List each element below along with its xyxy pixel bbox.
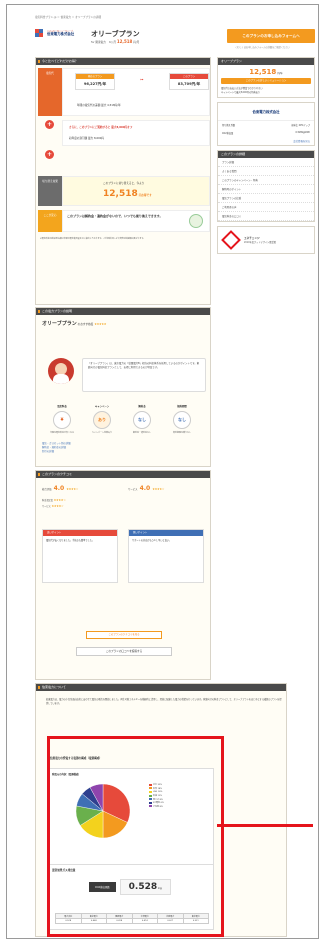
safe-lead: このプランは解約金・違約金がないので、いつでも乗り換えできます。: [67, 214, 163, 218]
company-logo[interactable]: エネルギーのニューウェーブ 伯東電力株式会社: [35, 29, 74, 37]
current-plan-col: 現在のプラン 96,227円/年: [75, 73, 115, 90]
feature-contract-term: 契約期間 なし 契約期間の縛りなし: [172, 405, 191, 434]
overall-score: 総合評価 4.0 ★★★★☆: [42, 485, 79, 492]
sidebar-point: キャンペーンで最大8,000円の特典あり: [221, 91, 260, 94]
plus-icon: +: [45, 150, 54, 159]
sidebar-nav-item[interactable]: 電気プランの比較: [218, 194, 314, 203]
section-heading: 伯東電力について: [36, 684, 286, 691]
sidebar-nav-item[interactable]: よくある質問: [218, 167, 314, 176]
award-icon: [221, 230, 241, 250]
company-name: 伯東電力株式会社: [47, 31, 75, 36]
campaign-lead: さらに、このプランにご契約すると 最大8,000円オフ: [69, 126, 133, 129]
summary-row-effect: 切り替え効果 このプランに切り替えると、今より 12,518 円お得です: [38, 176, 210, 206]
apply-form-button[interactable]: このプランのお申し込みフォームへ: [227, 29, 315, 43]
rating-stars: ★★★★★: [94, 322, 107, 326]
sidebar: オリーブプラン 12,518 円/年 このプランの詳しいシミュレーション 電気代…: [217, 57, 315, 258]
section-heading: 今と比べてどれだけお得？: [36, 58, 210, 65]
advisor-avatar: [48, 358, 74, 384]
sidebar-nav-item[interactable]: プラン詳細: [218, 158, 314, 167]
detail-link[interactable]: 割引の詳細: [42, 450, 71, 454]
sub-score: サービス ★★★★☆: [42, 504, 64, 509]
sidebar-plan-title: オリーブプラン: [218, 58, 314, 65]
plan-description-section: この電力プランの説明 オリーブプラン のおすすめ度 ★★★★★ 「オリーブプラン…: [35, 307, 211, 467]
summary-row-campaign: さらに、このプランにご契約すると 最大8,000円オフ 初年度の割引額 最大 8…: [38, 120, 210, 146]
advisor-comment: 「オリーブプラン」は、東京電力の「従量電灯B」相当の料金体系を採用しているのがポ…: [82, 358, 206, 392]
contract-term-icon: なし: [173, 411, 191, 429]
feature-campaign: キャンペーン あり キャンペーン特典あり: [92, 405, 112, 434]
plan-price: 12,518: [116, 39, 133, 44]
sidebar-nav-item[interactable]: 電気料金の口コミ: [218, 212, 314, 221]
sidebar-nav: このプランの詳細 プラン詳細 よくある質問 このプランのキャンペーン・特典 解約…: [217, 150, 315, 222]
plan-meta: for 関東電力 6ヶ月 12,518 円/月: [91, 39, 139, 44]
logo-mark-icon: [35, 29, 45, 37]
page-title: オリーブプラン: [91, 30, 140, 38]
campaign-icon: あり: [93, 411, 111, 429]
row-label: 電気代: [38, 68, 62, 116]
sidebar-company-name: 伯東電力株式会社: [252, 110, 280, 114]
feature-cancel-fee: 解約金 なし 解約金・違約金なし: [132, 405, 151, 434]
plan-meta-prefix: for 関東電力 6ヶ月: [91, 41, 117, 44]
arrow-icon: ▶▶: [140, 79, 144, 81]
this-plan-col: このプラン 83,709円/年: [169, 73, 209, 90]
medal-icon: [189, 214, 203, 228]
service-score: サービス 4.0 ★★★★☆: [128, 485, 165, 492]
post-review-button[interactable]: このプランの口コミを投稿する: [76, 647, 172, 656]
campaign-note: 初年度の割引額 最大 8,000円: [69, 137, 105, 140]
highlight-box: [47, 736, 224, 937]
yen-icon: ¥: [53, 411, 71, 429]
sidebar-nav-title: このプランの詳細: [218, 151, 314, 158]
cancel-fee-icon: なし: [133, 411, 151, 429]
company-description: 伯東電力は、電力の小売全面自由化にあわせて電気の販売を開始しました。再生可能エネ…: [46, 698, 282, 705]
summary-row-safe: ここが安心 このプランは解約金・違約金がないので、いつでも乗り換えできます。: [38, 210, 210, 232]
effect-lead: このプランに切り替えると、今より: [103, 182, 145, 185]
sidebar-nav-item[interactable]: 解約時のポイント: [218, 185, 314, 194]
feature-price: 電気料金 ¥ 年間の電気料金が安くなる: [49, 405, 74, 434]
company-info-link[interactable]: 会社情報を見る: [218, 137, 314, 145]
plan-price-unit: 円/月: [133, 41, 140, 44]
design-award-badge[interactable]: エネチェンジ 2019年度グッドデザイン賞受賞: [217, 226, 315, 254]
sidebar-plan-price: 12,518: [249, 68, 277, 76]
effect-unit: 円お得です: [138, 194, 152, 197]
savings-summary: 今と比べてどれだけお得？ 電気代 現在のプラン 96,227円/年 ▶▶ このプ…: [35, 57, 211, 305]
sidebar-nav-item[interactable]: ご利用者の声: [218, 203, 314, 212]
effect-value: 12,518: [103, 189, 138, 199]
summary-footnote: ※電気料金の削減見込額は年間の電気使用量を元に算出しております。ご利用状況により…: [40, 238, 146, 240]
section-heading: このプランのクチコミ: [36, 471, 210, 478]
summary-row-cost: 電気代 現在のプラン 96,227円/年 ▶▶ このプラン 83,709円/年 …: [38, 68, 210, 116]
page-frame: 電気料金プラン.jp ＞ 伯東電力 ＞ オリーブプランの詳細 エネルギーのニュー…: [6, 4, 319, 939]
about-plan-title: オリーブプラン: [42, 321, 77, 327]
highlight-pointer: [217, 824, 313, 827]
sidebar-nav-item[interactable]: このプランのキャンペーン・特典: [218, 176, 314, 185]
cost-diff-note: 年間の電気代の差額 最大 4,518円/年: [77, 104, 121, 107]
breadcrumb[interactable]: 電気料金プラン.jp ＞ 伯東電力 ＞ オリーブプランの詳細: [35, 15, 101, 19]
review-card-bad[interactable]: 悪いポイント サポートの対応がもう少し早いと良い。: [128, 529, 204, 583]
more-reviews-button[interactable]: このプランのクチコミを見る: [86, 631, 162, 639]
rating-stars: ★★★★☆: [66, 486, 79, 491]
rating-stars: ★★★★☆: [152, 486, 165, 491]
reviews-section: このプランのクチコミ 総合評価 4.0 ★★★★☆ サービス 4.0 ★★★★☆…: [35, 470, 211, 680]
section-heading: この電力プランの説明: [36, 308, 210, 315]
apply-form-note: くわしくはお申し込みフォームの詳細をご確認ください: [235, 46, 290, 49]
sidebar-simulation-button[interactable]: このプランの詳しいシミュレーション: [221, 78, 311, 84]
sidebar-plan-box: オリーブプラン 12,518 円/年 このプランの詳しいシミュレーション 電気代…: [217, 57, 315, 98]
sidebar-company-box: 伯東電力株式会社 切り替え件数 前年比 20%アップ CO2排出量 0.528k…: [217, 102, 315, 146]
review-card-good[interactable]: 良いポイント 電気代が安くなりました。手続きも簡単でした。: [42, 529, 118, 583]
